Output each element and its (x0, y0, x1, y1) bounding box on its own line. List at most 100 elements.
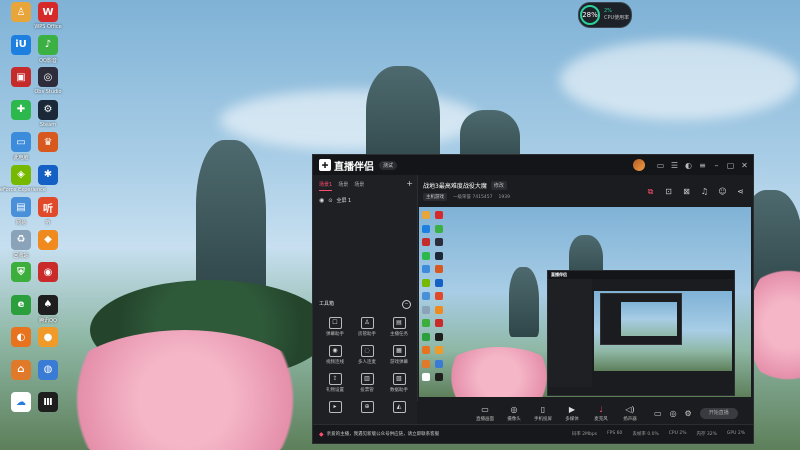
scene-item[interactable]: ◉ ⊙ 全屏 1 (313, 191, 417, 204)
tool-item[interactable]: ◭ (383, 401, 415, 413)
tool-label: 房管助手 (358, 332, 376, 337)
game-icon: ♛ (38, 132, 58, 152)
tool-item[interactable]: ▸ (319, 401, 351, 413)
tool-item[interactable]: ♙ 房管助手 (351, 317, 383, 337)
toolbox-grid: ☐ 弹幕助手 ♙ 房管助手 ▤ 主播任务 ◉ 视频连线 ◌ 多人连麦 ▦ 游戏弹幕 ⇪ 礼物设置 ▥ 投票管 ▧… (319, 317, 415, 413)
notice-text: 亲爱的主播，我遇见新版公众号供应链，请立即联系客服 (326, 432, 440, 437)
skin-icon[interactable]: ◐ (684, 161, 693, 170)
tool-label: 弹幕助手 (326, 332, 344, 337)
preview-listen-icon (435, 292, 443, 300)
control-phone[interactable]: ▯ 手机投屏 (529, 405, 557, 422)
preview-network-icon (435, 319, 443, 327)
ball-icon: ● (38, 327, 58, 347)
tool-item[interactable]: ▥ 投票管 (351, 373, 383, 393)
video-icon[interactable]: ▭ (654, 409, 662, 418)
edit-title-button[interactable]: 修改 (490, 181, 507, 190)
category-badge[interactable]: 主机游戏 (423, 193, 447, 201)
preview-orange2-icon (422, 346, 430, 354)
close-icon[interactable]: ✕ (740, 161, 749, 170)
version-badge[interactable]: 测试 (379, 160, 398, 170)
share-icon[interactable]: ⋖ (736, 187, 745, 197)
control-camera[interactable]: ◎ 摄像头 (500, 405, 528, 422)
control-media[interactable]: ▶ 多媒体 (558, 405, 586, 422)
preview-folder-icon (422, 292, 430, 300)
scene-item-label: 全屏 1 (336, 198, 352, 204)
collapse-icon[interactable]: − (402, 300, 411, 309)
camera-icon: ◎ (510, 404, 518, 414)
control-label: 直播画面 (476, 416, 494, 422)
tool-label: 多人连麦 (358, 360, 376, 365)
gear-icon[interactable]: ⚙ (685, 409, 692, 418)
tool-item[interactable]: ☐ 弹幕助手 (319, 317, 351, 337)
fans-icon[interactable]: ⊠ (682, 187, 691, 197)
control-label: 摄像头 (507, 416, 521, 422)
admin-icon: ♙ (360, 317, 374, 329)
tab-scene-1[interactable]: 场景1 (319, 181, 333, 191)
bell-icon[interactable]: ♫ (700, 187, 709, 197)
stat-item: GPU 2% (726, 431, 745, 436)
status-bar: ◆ 亲爱的主播，我遇见新版公众号供应链，请立即联系客服 码率 2Mbps FPS … (313, 424, 753, 443)
minimize-icon[interactable]: – (712, 161, 721, 170)
data-icon: ▧ (392, 373, 406, 385)
desktop-shortcut-label: 听 (45, 220, 51, 226)
wps-icon: W (38, 2, 58, 22)
preview-user-icon (422, 211, 430, 219)
preview-qq-music-icon (435, 224, 443, 233)
menu-icon[interactable]: ≡ (698, 161, 707, 170)
tool-item[interactable]: ◉ 视频连线 (319, 345, 351, 365)
sound-icon[interactable]: ◎ (670, 409, 677, 418)
start-live-button[interactable]: 开始直播 (699, 407, 738, 419)
barrage-icon: ☐ (328, 317, 342, 329)
performance-widget[interactable]: 28% 2% CPU使用率 (578, 2, 632, 28)
add-scene-icon[interactable]: + (406, 180, 413, 191)
obs-icon: ◎ (38, 67, 58, 87)
room-meta: 主机游戏 一级荣誉 7415457 1939 (423, 193, 510, 201)
tool-item[interactable]: ⊕ (351, 401, 383, 413)
steam-icon: ⚙ (38, 99, 58, 120)
preview-blue-icon (435, 278, 443, 287)
control-label: 扬声器 (623, 416, 637, 422)
maximize-icon[interactable]: ▢ (726, 161, 735, 170)
settings-icon[interactable]: ☰ (670, 161, 679, 170)
preview-app-icon (422, 238, 430, 246)
message-icon[interactable]: ▭ (656, 161, 665, 170)
perf-label: CPU使用率 (604, 15, 630, 21)
tool-item[interactable]: ▤ 主播任务 (383, 317, 415, 337)
stat-item: 码率 2Mbps (571, 432, 598, 437)
preview-obs-icon (435, 238, 443, 246)
tab-scene-3[interactable]: 场景 (354, 181, 364, 191)
tool-item[interactable]: ▧ 数据助手 (383, 373, 415, 393)
avatar[interactable] (633, 159, 645, 171)
tab-scene-2[interactable]: 场景 (338, 181, 348, 191)
more3-icon: ◭ (392, 401, 406, 413)
control-mic[interactable]: ♩ 麦克风 (587, 405, 615, 422)
tool-item[interactable]: ◌ 多人连麦 (351, 345, 383, 365)
room-title-text[interactable]: 战地3最高难度战役大魔 (423, 181, 487, 190)
record-icon[interactable]: ⧉ (646, 187, 655, 197)
tool-item[interactable]: ⇪ 礼物设置 (319, 373, 351, 393)
emoji-icon[interactable]: ☺ (718, 187, 727, 197)
nested-app-preview-2 (600, 293, 682, 345)
app-name: 直播伴侣 (334, 161, 374, 173)
tool-label: 主播任务 (390, 332, 408, 337)
share-lock-icon[interactable]: ⊡ (664, 187, 673, 197)
preview-qq-icon (435, 332, 443, 341)
control-speaker[interactable]: ◁) 扬声器 (616, 405, 644, 422)
desktop-shortcut-label: 回收站 (13, 252, 29, 259)
screen-icon: ▭ (481, 404, 489, 414)
app-logo: ✚ 直播伴侣 (319, 158, 374, 173)
video-link-icon: ◉ (328, 345, 342, 357)
stream-preview[interactable]: 直播伴侣 (419, 207, 751, 397)
tool-item[interactable]: ▦ 游戏弹幕 (383, 345, 415, 365)
preview-ball-icon (435, 346, 443, 354)
preview-nvidia-icon (422, 278, 430, 287)
eye-icon[interactable]: ◉ (319, 197, 324, 204)
control-screen[interactable]: ▭ 直播画面 (471, 405, 499, 422)
stat-item: FPS 60 (607, 431, 623, 436)
toolbox-title: 工具箱 (319, 301, 335, 307)
desktop-shortcut[interactable]: Ⅲ (28, 392, 68, 430)
rock-pillar (196, 140, 266, 300)
lock-icon[interactable]: ⊙ (328, 198, 332, 204)
source-controls: ▭ 直播画面 ◎ 摄像头 ▯ 手机投屏 ▶ 多媒体 ♩ 麦克风 ◁) 扬声器 (471, 405, 644, 422)
notice[interactable]: ◆ 亲爱的主播，我遇见新版公众号供应链，请立即联系客服 (319, 431, 439, 438)
